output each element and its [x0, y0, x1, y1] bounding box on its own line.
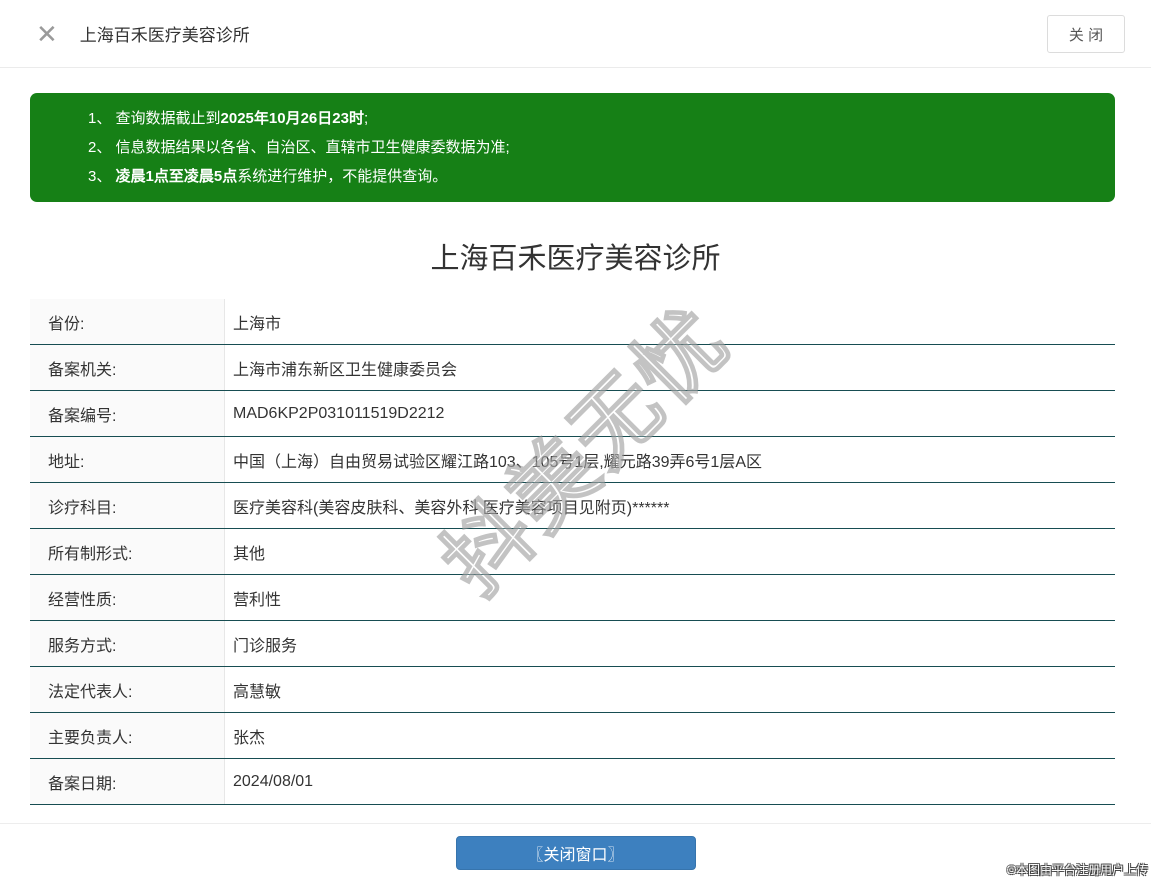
row-value: 营利性: [225, 575, 1115, 620]
row-value: 上海市浦东新区卫生健康委员会: [225, 345, 1115, 390]
row-value: 2024/08/01: [225, 759, 1115, 804]
row-value: 其他: [225, 529, 1115, 574]
row-value: 张杰: [225, 713, 1115, 758]
table-row-filing-date: 备案日期: 2024/08/01: [30, 759, 1115, 805]
table-row-medical-subjects: 诊疗科目: 医疗美容科(美容皮肤科、美容外科 医疗美容项目见附页)******: [30, 483, 1115, 529]
row-label: 服务方式:: [30, 621, 225, 666]
table-row-filing-authority: 备案机关: 上海市浦东新区卫生健康委员会: [30, 345, 1115, 391]
row-label: 所有制形式:: [30, 529, 225, 574]
row-value: 医疗美容科(美容皮肤科、美容外科 医疗美容项目见附页)******: [225, 483, 1115, 528]
table-row-address: 地址: 中国（上海）自由贸易试验区耀江路103、105号1层,耀元路39弄6号1…: [30, 437, 1115, 483]
notice-item-1: 1、 查询数据截止到2025年10月26日23时;: [88, 110, 369, 127]
dialog-title: 上海百禾医疗美容诊所: [79, 26, 250, 45]
row-label: 主要负责人:: [30, 713, 225, 758]
close-window-button[interactable]: 〖关闭窗口〗: [455, 836, 696, 870]
close-button[interactable]: 关 闭: [1047, 15, 1125, 53]
table-row-filing-number: 备案编号: MAD6KP2P031011519D2212: [30, 391, 1115, 437]
row-label: 地址:: [30, 437, 225, 482]
dialog-footer: 〖关闭窗口〗: [0, 823, 1151, 880]
row-value: 上海市: [225, 299, 1115, 344]
row-value: 高慧敏: [225, 667, 1115, 712]
row-label: 法定代表人:: [30, 667, 225, 712]
row-label: 备案机关:: [30, 345, 225, 390]
table-row-service-mode: 服务方式: 门诊服务: [30, 621, 1115, 667]
row-label: 诊疗科目:: [30, 483, 225, 528]
table-row-legal-representative: 法定代表人: 高慧敏: [30, 667, 1115, 713]
row-value: 门诊服务: [225, 621, 1115, 666]
table-row-business-nature: 经营性质: 营利性: [30, 575, 1115, 621]
image-credit: ©本图由平台注册用户上传: [1007, 863, 1148, 877]
close-icon[interactable]: ✕: [36, 21, 58, 47]
row-value: MAD6KP2P031011519D2212: [225, 391, 1115, 436]
table-row-principal: 主要负责人: 张杰: [30, 713, 1115, 759]
dialog-header: ✕ 上海百禾医疗美容诊所 关 闭: [0, 0, 1151, 68]
row-label: 备案日期:: [30, 759, 225, 804]
row-label: 备案编号:: [30, 391, 225, 436]
clinic-name-title: 上海百禾医疗美容诊所: [430, 243, 721, 275]
detail-table: 省份: 上海市 备案机关: 上海市浦东新区卫生健康委员会 备案编号: MAD6K…: [30, 299, 1115, 805]
notice-banner: 1、 查询数据截止到2025年10月26日23时; 2、 信息数据结果以各省、自…: [30, 93, 1115, 202]
notice-item-2: 2、 信息数据结果以各省、自治区、直辖市卫生健康委数据为准;: [88, 139, 510, 156]
table-row-province: 省份: 上海市: [30, 299, 1115, 345]
notice-item-3: 3、 凌晨1点至凌晨5点系统进行维护，不能提供查询。: [88, 168, 448, 185]
row-label: 省份:: [30, 299, 225, 344]
row-label: 经营性质:: [30, 575, 225, 620]
row-value: 中国（上海）自由贸易试验区耀江路103、105号1层,耀元路39弄6号1层A区: [225, 437, 1115, 482]
table-row-ownership: 所有制形式: 其他: [30, 529, 1115, 575]
